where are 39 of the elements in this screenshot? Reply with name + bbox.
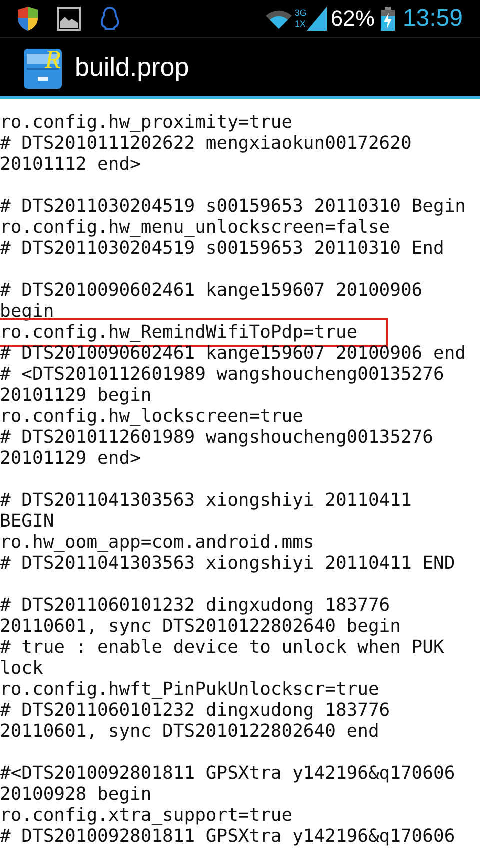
code-line: #<DTS2010092801811 GPSXtra y142196&q170606 xyxy=(0,763,456,784)
code-line: 20101129 begin xyxy=(0,385,152,406)
code-line: 20101112 end> xyxy=(0,154,141,175)
file-title: build.prop xyxy=(75,50,190,84)
battery-percentage: 62% xyxy=(330,5,375,33)
code-line: BEGIN xyxy=(0,511,54,532)
battery-charging-icon xyxy=(380,6,395,30)
code-line: 20101129 end> xyxy=(0,448,141,469)
code-line: # DTS2011041303563 xiongshiyi 20110411 END xyxy=(0,553,456,574)
code-line: # DTS2011041303563 xiongshiyi 20110411 xyxy=(0,490,412,511)
network-type-label: 1X xyxy=(294,20,307,28)
code-line: # DTS2010092801811 GPSXtra y142196&q170606 xyxy=(0,826,456,847)
code-line: # DTS2010090602461 kange159607 20100906 xyxy=(0,280,423,301)
code-line: ro.hw_oom_app=com.android.mms xyxy=(0,532,314,553)
code-line: lock xyxy=(0,658,44,679)
code-line: # DTS2011030204519 s00159653 20110310 Begin xyxy=(0,196,466,217)
code-line: # DTS2010111202622 mengxiaokun00172620 xyxy=(0,133,412,154)
code-line: # DTS2011030204519 s00159653 20110310 End xyxy=(0,238,444,259)
signal-icon xyxy=(306,6,327,30)
code-line: 20110601, sync DTS2010122802640 begin xyxy=(0,616,401,637)
penguin-icon xyxy=(99,6,121,32)
code-line: # DTS2011060101232 dingxudong 183776 xyxy=(0,700,390,721)
code-line: ro.config.xtra_support=true xyxy=(0,805,293,826)
code-line: 20110601, sync DTS2010122802640 end xyxy=(0,721,380,742)
code-line: ro.config.hw_menu_unlockscreen=false xyxy=(0,217,390,238)
network-type-label: 3G xyxy=(294,8,307,18)
code-line: ro.config.hwft_PinPukUnlockscr=true xyxy=(0,679,380,700)
code-line: # true : enable device to unlock when PUK xyxy=(0,637,444,658)
code-line: ro.config.hw_proximity=true xyxy=(0,112,293,133)
image-icon xyxy=(57,6,81,30)
code-line: ro.config.hw_lockscreen=true xyxy=(0,406,304,427)
code-line: begin xyxy=(0,301,54,322)
code-line: # <DTS2010112601989 wangshoucheng00135276 xyxy=(0,364,444,385)
code-line: 20100928 begin xyxy=(0,784,152,805)
clock: 13:59 xyxy=(402,4,463,34)
code-line: # DTS2011060101232 dingxudong 183776 xyxy=(0,595,390,616)
code-line: # DTS2010112601989 wangshoucheng00135276 xyxy=(0,427,434,448)
code-line: # DTS2010090602461 kange159607 20100906 end xyxy=(0,343,466,364)
shield-icon xyxy=(17,6,39,32)
